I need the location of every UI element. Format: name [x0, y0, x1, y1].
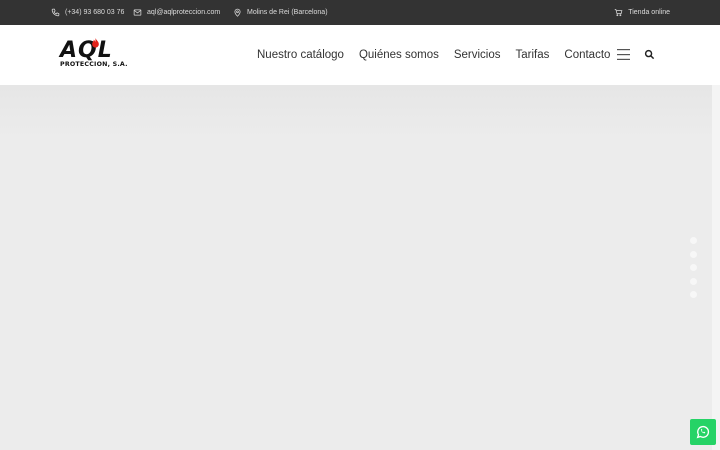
company-logo[interactable]: AQL PROTECCION, S.A.: [58, 38, 144, 72]
flame-icon: [92, 38, 99, 48]
slider-dot-1[interactable]: [690, 237, 697, 244]
search-icon[interactable]: [644, 49, 655, 60]
main-nav: Nuestro catálogo Quiénes somos Servicios…: [257, 25, 625, 85]
online-shop-link[interactable]: Tienda online: [614, 0, 670, 25]
nav-tarifas[interactable]: Tarifas: [516, 49, 550, 61]
site-header: AQL PROTECCION, S.A. Nuestro catálogo Qu…: [0, 25, 720, 85]
nav-contacto[interactable]: Contacto: [564, 49, 610, 61]
location-text: Molins de Rei (Barcelona): [247, 9, 328, 16]
hero-slider: [0, 85, 712, 450]
logo-letters: AQL: [60, 38, 113, 63]
top-bar: (+34) 93 680 03 76 aql@aqlproteccion.com…: [0, 0, 720, 25]
email-contact[interactable]: aql@aqlproteccion.com: [133, 0, 220, 25]
slider-dot-4[interactable]: [690, 277, 697, 285]
phone-contact[interactable]: (+34) 93 680 03 76: [51, 0, 124, 25]
logo-subtitle: PROTECCION, S.A.: [60, 61, 128, 68]
online-shop-label: Tienda online: [628, 9, 670, 16]
location-contact[interactable]: Molins de Rei (Barcelona): [233, 0, 328, 25]
location-pin-icon: [234, 8, 241, 17]
whatsapp-icon: [696, 425, 710, 439]
nav-quienes-somos[interactable]: Quiénes somos: [359, 49, 439, 61]
whatsapp-button[interactable]: [690, 419, 716, 445]
phone-number: (+34) 93 680 03 76: [65, 9, 125, 16]
slider-dots: [690, 237, 698, 305]
mail-icon: [133, 9, 142, 16]
slider-dot-3[interactable]: [690, 264, 697, 271]
phone-icon: [51, 8, 60, 17]
slider-dot-5[interactable]: [690, 291, 697, 298]
email-address: aql@aqlproteccion.com: [147, 9, 221, 16]
hamburger-menu-icon[interactable]: [617, 49, 630, 60]
slider-dot-2[interactable]: [690, 250, 697, 258]
cart-icon: [614, 9, 623, 17]
nav-catalogo[interactable]: Nuestro catálogo: [257, 49, 344, 61]
nav-servicios[interactable]: Servicios: [454, 49, 501, 61]
page-scrollbar[interactable]: [712, 85, 720, 450]
